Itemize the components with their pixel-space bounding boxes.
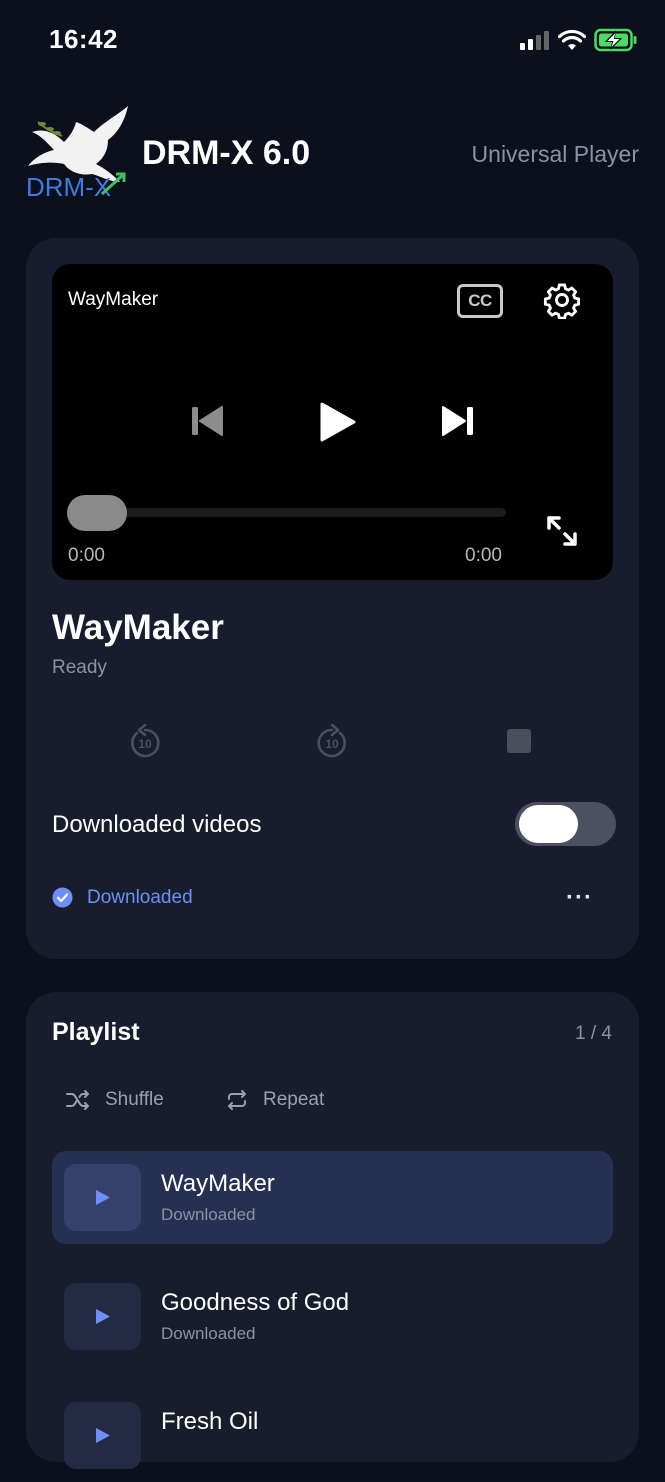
playlist-item[interactable]: Goodness of God Downloaded: [52, 1270, 613, 1363]
settings-gear-icon[interactable]: [543, 281, 581, 319]
now-playing-status: Ready: [52, 657, 107, 678]
rewind-10-label: 10: [138, 737, 152, 751]
playlist-item-title: Goodness of God: [161, 1289, 350, 1316]
app-title: DRM-X 6.0: [142, 134, 311, 172]
now-playing-title: WayMaker: [52, 608, 224, 647]
cellular-signal-icon: [520, 31, 549, 50]
progress-thumb[interactable]: [67, 495, 127, 531]
playlist-item-subtitle: Downloaded: [161, 1324, 256, 1343]
play-icon[interactable]: [316, 401, 358, 443]
progress-track[interactable]: [68, 508, 506, 517]
playlist-count: 1 / 4: [575, 1023, 612, 1044]
rewind-10-icon[interactable]: 10: [128, 724, 162, 760]
wifi-icon: [558, 29, 586, 50]
forward-10-label: 10: [325, 737, 339, 751]
drm-x-logo: DRM-X: [26, 106, 128, 200]
shuffle-icon[interactable]: [66, 1089, 90, 1111]
stop-icon[interactable]: [507, 729, 531, 753]
video-title: WayMaker: [68, 289, 159, 310]
playlist-title: Playlist: [52, 1018, 140, 1046]
duration-time: 0:00: [465, 545, 502, 566]
more-options-button[interactable]: ···: [566, 884, 593, 912]
app-subtitle: Universal Player: [471, 141, 639, 167]
battery-charging-icon: [594, 28, 637, 52]
previous-track-icon[interactable]: [189, 404, 225, 438]
repeat-icon[interactable]: [226, 1089, 248, 1111]
playlist-item-subtitle: Downloaded: [161, 1205, 256, 1224]
playlist-item-thumbnail: [64, 1402, 141, 1469]
play-icon: [95, 1428, 110, 1443]
downloaded-videos-label: Downloaded videos: [52, 811, 262, 838]
play-icon: [95, 1309, 110, 1324]
current-time: 0:00: [68, 545, 105, 566]
playlist-item-thumbnail: [64, 1283, 141, 1350]
playlist-item-title: WayMaker: [161, 1170, 275, 1197]
svg-text:DRM-X: DRM-X: [26, 172, 111, 200]
play-icon: [95, 1190, 110, 1205]
shuffle-button[interactable]: Shuffle: [105, 1089, 164, 1111]
downloaded-status: Downloaded: [87, 887, 193, 908]
status-icons: [520, 28, 638, 52]
fullscreen-expand-icon[interactable]: [545, 514, 579, 548]
playlist-item-thumbnail: [64, 1164, 141, 1231]
forward-10-icon[interactable]: 10: [315, 724, 349, 760]
status-time: 16:42: [49, 24, 118, 54]
repeat-button[interactable]: Repeat: [263, 1089, 324, 1111]
playlist-item[interactable]: WayMaker Downloaded: [52, 1151, 613, 1244]
check-circle-icon: [52, 887, 73, 908]
closed-captions-button[interactable]: CC: [457, 284, 503, 318]
toggle-knob[interactable]: [519, 805, 578, 843]
playlist-item[interactable]: Fresh Oil: [52, 1389, 613, 1482]
playlist-item-title: Fresh Oil: [161, 1408, 259, 1435]
next-track-icon[interactable]: [440, 404, 476, 438]
